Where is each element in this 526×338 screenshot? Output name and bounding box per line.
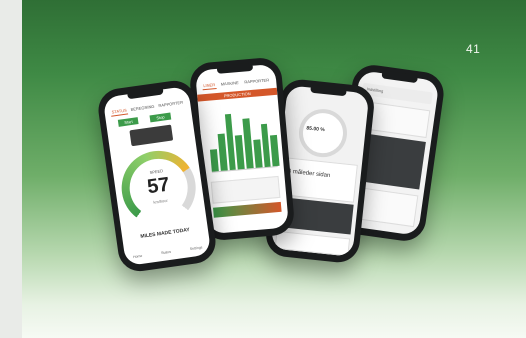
start-button[interactable]: Start bbox=[117, 117, 140, 127]
production-section-title: PRODUCTION bbox=[197, 87, 278, 102]
speed-gauge: SPEED 57 km/hour bbox=[116, 146, 201, 230]
nav-home[interactable]: Home bbox=[133, 254, 143, 259]
tab-maskine[interactable]: MASKINE bbox=[219, 79, 240, 89]
chart-color-scale bbox=[213, 201, 282, 218]
machine-image bbox=[129, 124, 174, 147]
page-number: 41 bbox=[466, 42, 481, 56]
gauge-value: 85.00 % bbox=[306, 125, 325, 134]
speed-tabs: STATUS BEREGNING RAPPORTER bbox=[110, 99, 184, 117]
production-bar bbox=[260, 123, 271, 168]
tab-status[interactable]: STATUS bbox=[110, 106, 129, 117]
phone-screen: STATUS BEREGNING RAPPORTER Start Stop SP… bbox=[102, 85, 212, 267]
nav-settings[interactable]: Settings bbox=[190, 245, 203, 251]
tab-rapporter[interactable]: RAPPORTER bbox=[157, 99, 185, 111]
miles-made-today: MILES MADE TODAY bbox=[140, 227, 191, 240]
production-bar bbox=[270, 134, 280, 167]
bottom-card bbox=[274, 230, 351, 257]
tab-liner[interactable]: LINER bbox=[202, 81, 217, 91]
percentage-gauge: 85.00 % bbox=[296, 106, 350, 160]
chart-stats bbox=[210, 175, 281, 204]
nav-status[interactable]: Status bbox=[161, 250, 171, 255]
production-bar-chart bbox=[206, 104, 280, 173]
production-bar bbox=[209, 149, 219, 172]
tab-rapporter[interactable]: RAPPORTER bbox=[243, 76, 270, 86]
status-headline: 8 måleder sidan bbox=[287, 168, 331, 180]
tab-beregning[interactable]: BEREGNING bbox=[129, 103, 156, 115]
left-page-edge bbox=[0, 0, 22, 338]
bottom-nav: Home Status Settings bbox=[133, 245, 203, 259]
production-bar bbox=[253, 139, 263, 168]
stop-button[interactable]: Stop bbox=[149, 112, 171, 123]
